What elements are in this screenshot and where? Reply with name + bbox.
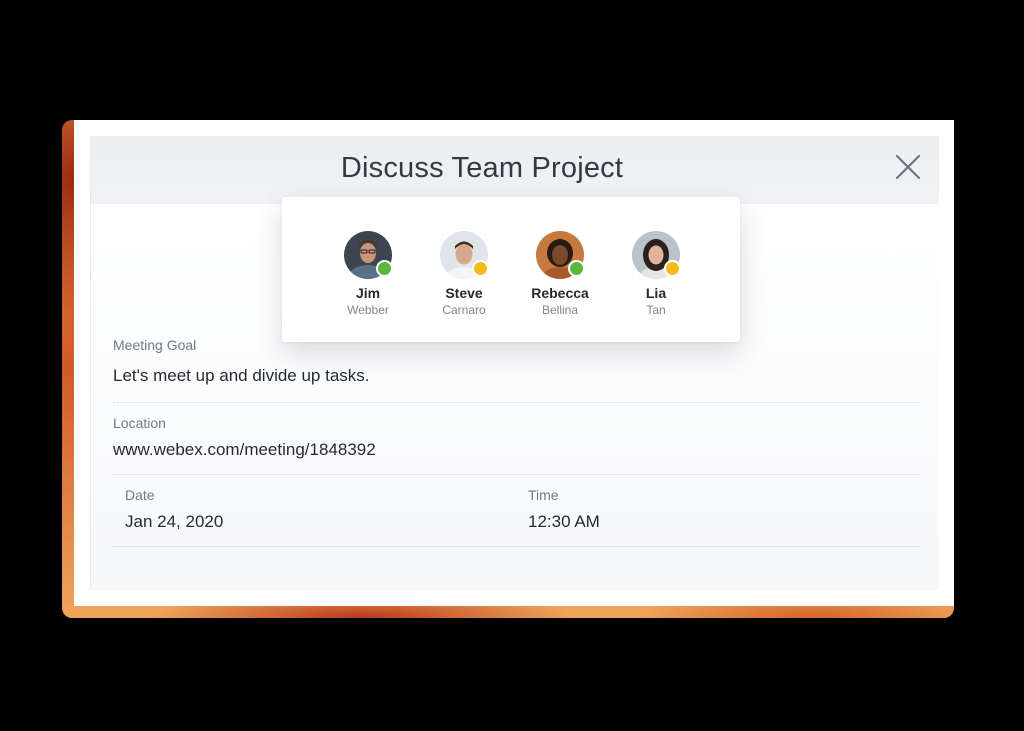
avatar	[440, 231, 489, 279]
date-value[interactable]: Jan 24, 2020	[125, 512, 223, 532]
divider	[113, 402, 919, 403]
avatar	[344, 231, 393, 279]
participant-last-name: Webber	[347, 303, 389, 317]
close-button[interactable]	[891, 150, 925, 184]
presence-status-icon	[376, 260, 393, 277]
participant-lia[interactable]: Lia Tan	[608, 231, 704, 317]
meeting-goal-label: Meeting Goal	[113, 337, 197, 353]
participant-steve[interactable]: Steve Carnaro	[416, 231, 512, 317]
participant-first-name: Jim	[355, 285, 381, 301]
participants-popover: Jim Webber Steve Carnaro Rebecca Bellina…	[282, 197, 740, 342]
dialog-header: Discuss Team Project	[91, 136, 939, 204]
presence-status-icon	[568, 260, 585, 277]
close-icon	[895, 154, 921, 180]
participant-first-name: Lia	[645, 285, 667, 301]
meeting-goal-value[interactable]: Let's meet up and divide up tasks.	[113, 366, 370, 386]
meeting-dialog: Discuss Team Project	[74, 120, 954, 606]
avatar	[536, 231, 585, 279]
meeting-title: Discuss Team Project	[340, 152, 624, 184]
participant-last-name: Tan	[646, 303, 666, 317]
time-value[interactable]: 12:30 AM	[528, 512, 600, 532]
participant-first-name: Rebecca	[531, 285, 589, 301]
participant-jim[interactable]: Jim Webber	[320, 231, 416, 317]
presence-status-icon	[472, 260, 489, 277]
participant-last-name: Bellina	[541, 303, 579, 317]
divider	[113, 474, 919, 475]
location-value[interactable]: www.webex.com/meeting/1848392	[113, 440, 376, 460]
avatar	[632, 231, 681, 279]
participant-first-name: Steve	[445, 285, 483, 301]
location-label: Location	[113, 415, 166, 431]
time-label: Time	[528, 487, 559, 503]
divider	[113, 546, 919, 547]
screen: Discuss Team Project Jim Webber Steve Ca…	[0, 0, 1024, 731]
participant-last-name: Carnaro	[442, 303, 486, 317]
presence-status-icon	[664, 260, 681, 277]
date-label: Date	[125, 487, 155, 503]
participant-rebecca[interactable]: Rebecca Bellina	[512, 231, 608, 317]
